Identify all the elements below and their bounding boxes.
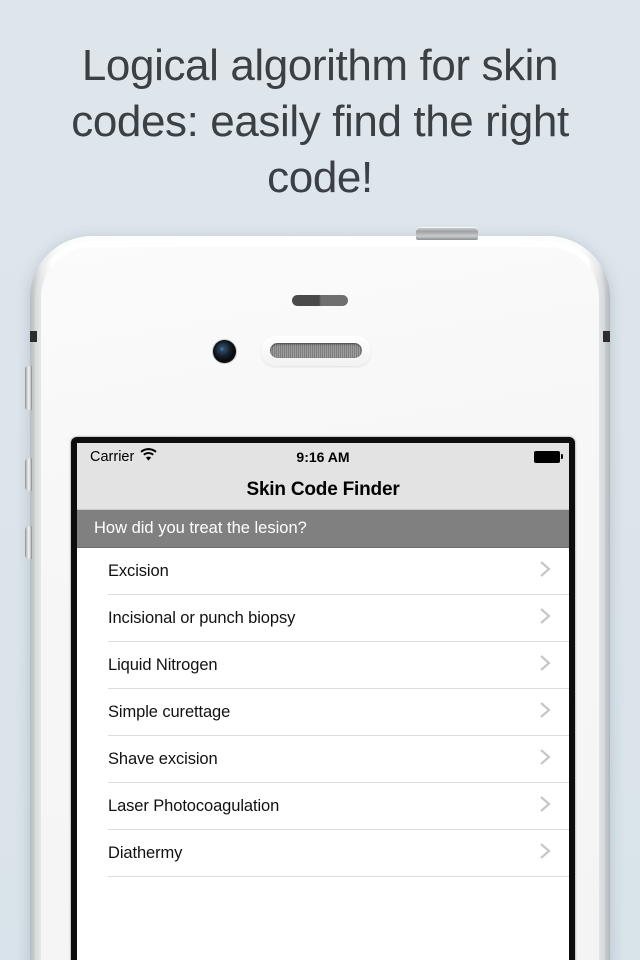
status-bar: Carrier 9:16 AM — [77, 443, 569, 470]
chevron-right-icon — [539, 700, 551, 725]
list-item[interactable]: Laser Photocoagulation — [77, 783, 569, 830]
list-item[interactable]: Incisional or punch biopsy — [77, 595, 569, 642]
volume-down-button[interactable] — [25, 526, 32, 559]
promo-headline: Logical algorithm for skin codes: easily… — [71, 41, 569, 202]
chevron-right-icon — [539, 841, 551, 866]
list-item[interactable]: Excision — [77, 548, 569, 595]
wifi-icon — [140, 448, 157, 465]
list-item-label: Simple curettage — [108, 703, 231, 721]
mute-switch[interactable] — [25, 366, 32, 410]
list-item-label: Diathermy — [108, 844, 183, 862]
volume-up-button[interactable] — [25, 458, 32, 491]
carrier-label: Carrier — [90, 448, 135, 465]
chevron-right-icon — [539, 606, 551, 631]
status-bar-right — [534, 450, 563, 463]
list-item[interactable]: Diathermy — [77, 830, 569, 877]
list-item[interactable]: Liquid Nitrogen — [77, 642, 569, 689]
chevron-right-icon — [539, 559, 551, 584]
proximity-sensor — [292, 295, 348, 306]
battery-full-icon — [534, 450, 563, 463]
treatment-options-list: Excision Incisional or punch biopsy Liqu… — [77, 548, 569, 877]
earpiece-speaker — [270, 343, 362, 358]
page-title: Skin Code Finder — [246, 478, 400, 500]
antenna-band-right — [603, 331, 610, 342]
navigation-bar: Skin Code Finder — [77, 470, 569, 510]
phone-screen: Carrier 9:16 AM Skin Code Finder How did… — [77, 443, 569, 960]
chevron-right-icon — [539, 747, 551, 772]
screen-bezel: Carrier 9:16 AM Skin Code Finder How did… — [71, 437, 575, 960]
list-item-label: Laser Photocoagulation — [108, 797, 280, 815]
chevron-right-icon — [539, 794, 551, 819]
status-bar-left: Carrier — [90, 448, 157, 465]
chevron-right-icon — [539, 653, 551, 678]
list-item-label: Shave excision — [108, 750, 218, 768]
front-camera — [213, 340, 236, 363]
list-item-label: Liquid Nitrogen — [108, 656, 218, 674]
phone-device: Carrier 9:16 AM Skin Code Finder How did… — [25, 227, 610, 960]
power-button[interactable] — [416, 227, 478, 240]
antenna-band-left — [30, 331, 37, 342]
list-item-label: Incisional or punch biopsy — [108, 609, 296, 627]
list-item[interactable]: Simple curettage — [77, 689, 569, 736]
section-header: How did you treat the lesion? — [77, 510, 569, 548]
list-item-label: Excision — [108, 562, 169, 580]
list-item[interactable]: Shave excision — [77, 736, 569, 783]
